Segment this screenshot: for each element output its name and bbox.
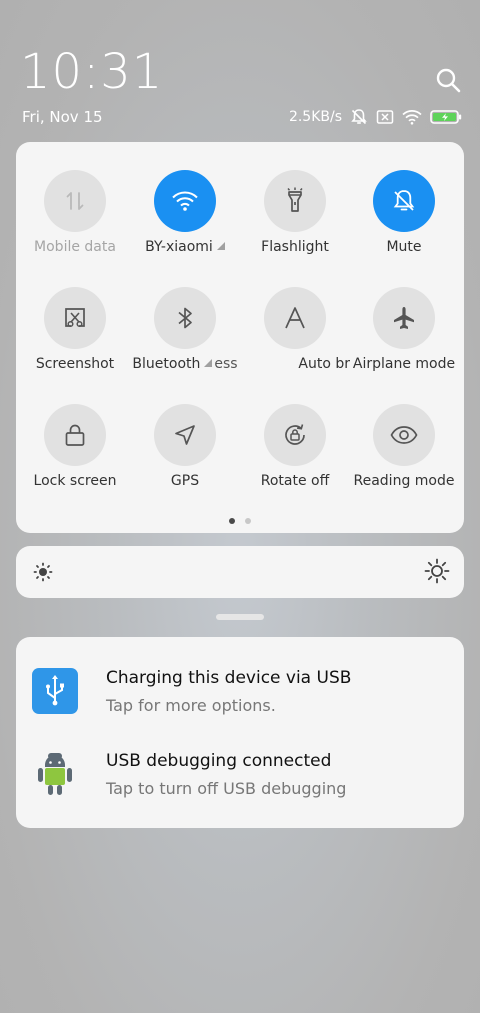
wifi-icon xyxy=(154,170,216,232)
tile-bluetooth[interactable]: Bluetooth ess xyxy=(130,287,240,397)
tile-wifi[interactable]: BY-xiaomi xyxy=(130,170,240,280)
notification-panel: Charging this device via USB Tap for mor… xyxy=(16,637,464,828)
brightness-high-icon xyxy=(424,558,450,584)
tile-mobile-data[interactable]: Mobile data xyxy=(20,170,130,280)
tile-label: Airplane mode xyxy=(352,356,456,372)
lock-icon xyxy=(44,404,106,466)
tile-label: Mobile data xyxy=(34,239,116,255)
tile-label: Reading mode xyxy=(353,473,455,489)
status-area: 10:31 Fri, Nov 15 2.5KB/s xyxy=(0,0,480,140)
notification-usb-charging[interactable]: Charging this device via USB Tap for mor… xyxy=(32,668,452,738)
tile-label: Rotate off xyxy=(260,473,330,489)
auto-brightness-icon xyxy=(264,287,326,349)
drag-handle[interactable] xyxy=(216,614,264,620)
eye-icon xyxy=(373,404,435,466)
airplane-icon xyxy=(373,287,435,349)
tile-rotate-off[interactable]: Rotate off xyxy=(240,404,350,514)
tile-screenshot[interactable]: Screenshot xyxy=(20,287,130,397)
tile-label: Mute xyxy=(386,239,422,255)
tile-gps[interactable]: GPS xyxy=(130,404,240,514)
mute-icon xyxy=(373,170,435,232)
notification-text: Tap to turn off USB debugging xyxy=(106,779,347,798)
mute-status-icon xyxy=(351,109,367,125)
tile-label-overlap: ess xyxy=(214,356,238,372)
page-dot-1[interactable] xyxy=(229,518,235,524)
brightness-low-icon xyxy=(33,562,53,582)
tile-lock-screen[interactable]: Lock screen xyxy=(20,404,130,514)
clock[interactable]: 10:31 xyxy=(20,44,163,100)
tile-mute[interactable]: Mute xyxy=(349,170,459,280)
tile-label: Lock screen xyxy=(33,473,117,489)
wifi-status-icon xyxy=(402,110,422,125)
tile-label: Auto br xyxy=(298,356,350,372)
tile-flashlight[interactable]: Flashlight xyxy=(240,170,350,280)
mobile-data-icon xyxy=(44,170,106,232)
tile-airplane[interactable]: Airplane mode xyxy=(349,287,459,397)
rotate-lock-icon xyxy=(264,404,326,466)
page-dot-2[interactable] xyxy=(245,518,251,524)
date[interactable]: Fri, Nov 15 xyxy=(22,108,103,126)
status-icons: 2.5KB/s xyxy=(289,106,462,128)
notification-title: USB debugging connected xyxy=(106,751,332,771)
tile-auto-brightness[interactable]: Auto br xyxy=(240,287,350,397)
battery-charging-icon xyxy=(430,110,462,124)
tile-label: Screenshot xyxy=(35,356,115,372)
notification-usb-debugging[interactable]: USB debugging connected Tap to turn off … xyxy=(32,751,452,821)
tile-label: BY-xiaomi xyxy=(130,239,240,255)
search-icon[interactable] xyxy=(434,66,462,94)
usb-icon xyxy=(32,668,78,714)
bluetooth-icon xyxy=(154,287,216,349)
tile-label: Bluetooth ess xyxy=(132,356,238,372)
notification-text: Tap for more options. xyxy=(106,696,276,715)
gps-icon xyxy=(154,404,216,466)
network-speed: 2.5KB/s xyxy=(288,109,342,125)
screenshot-icon xyxy=(44,287,106,349)
no-sim-icon xyxy=(376,110,394,124)
tile-label: Flashlight xyxy=(261,239,329,255)
tile-reading-mode[interactable]: Reading mode xyxy=(349,404,459,514)
brightness-slider[interactable] xyxy=(16,546,464,598)
android-debug-icon xyxy=(38,753,72,795)
tile-label: GPS xyxy=(170,473,200,489)
notification-title: Charging this device via USB xyxy=(106,668,352,688)
page-indicator xyxy=(16,518,464,524)
flashlight-icon xyxy=(264,170,326,232)
quick-settings-panel: Mobile data BY-xiaomi Flashlight Mute Sc… xyxy=(16,142,464,533)
